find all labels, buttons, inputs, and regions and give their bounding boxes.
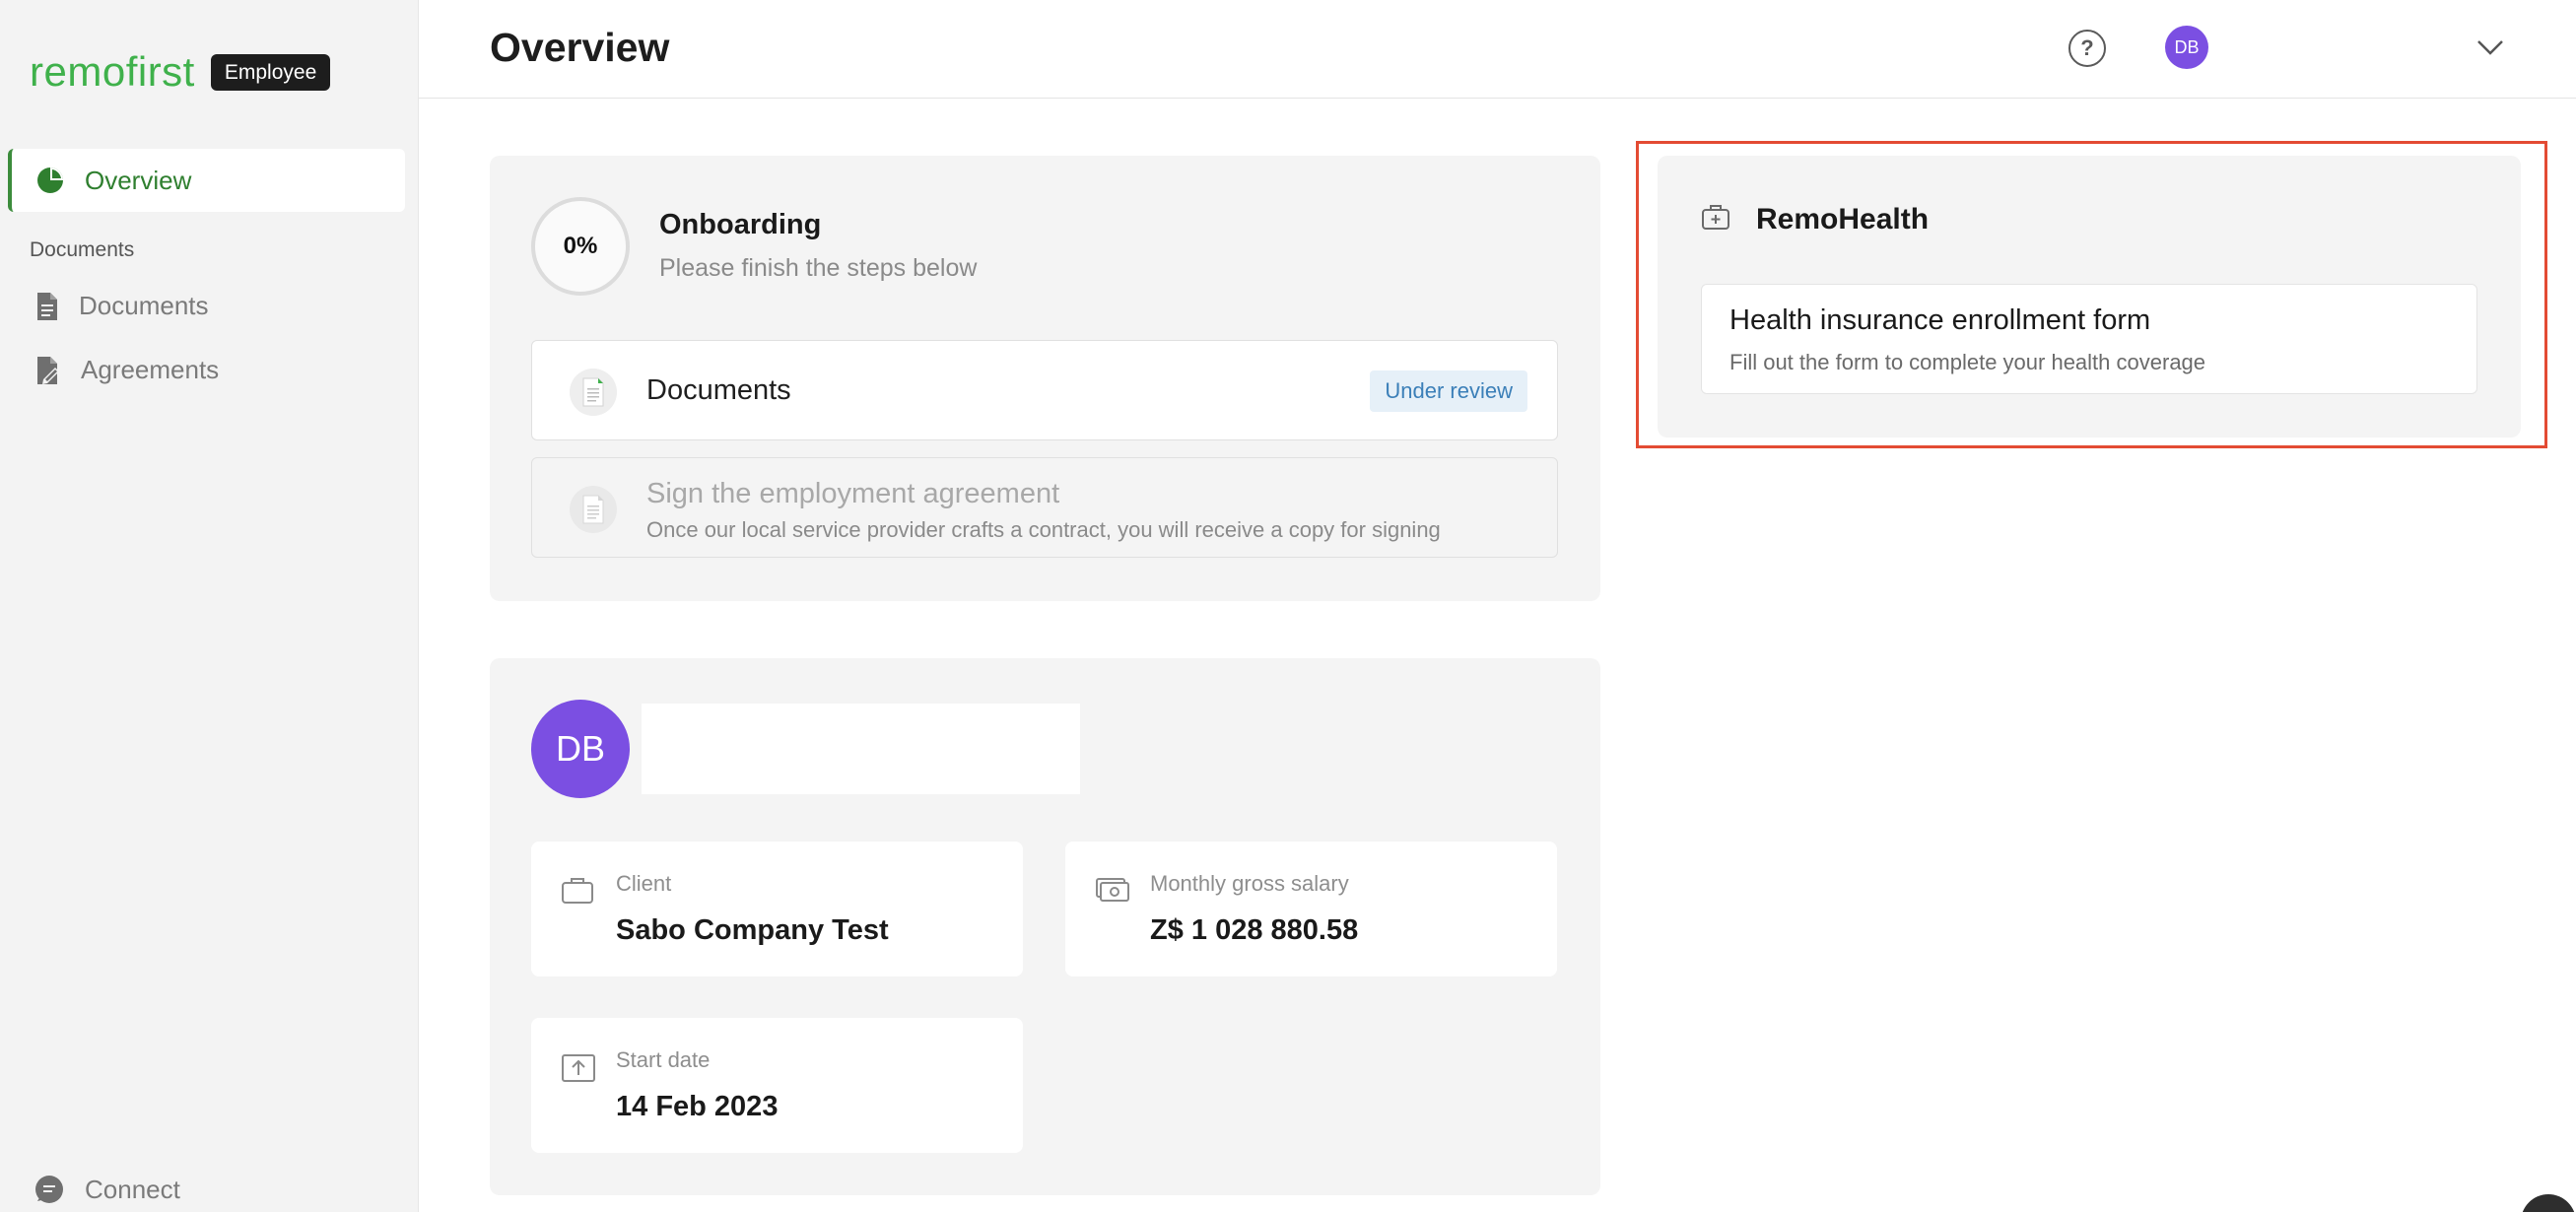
client-info: Client Sabo Company Test [531,842,1023,976]
onboarding-progress: 0% [531,197,630,296]
chat-icon [35,1176,63,1203]
sidebar-item-label: Agreements [81,355,220,384]
role-badge: Employee [210,53,331,91]
health-enrollment-item[interactable]: Health insurance enrollment form Fill ou… [1701,284,2477,394]
sidebar-item-label: Documents [79,291,209,320]
step-description: Once our local service provider crafts a… [646,517,1441,542]
pie-chart-icon [37,168,63,193]
salary-label: Monthly gross salary [1150,871,1349,896]
agreement-icon [37,356,59,384]
question-circle-icon[interactable]: ? [2068,30,2106,67]
onboarding-card: 0% Onboarding Please finish the steps be… [490,156,1600,601]
medical-kit-icon [1702,205,1729,230]
sidebar-section-documents: Documents [30,238,135,261]
step-sign-agreement: Sign the employment agreement Once our l… [531,457,1558,558]
remohealth-card: RemoHealth Health insurance enrollment f… [1658,156,2521,438]
avatar: DB [531,700,630,798]
document-step-icon [570,369,617,416]
health-item-subtitle: Fill out the form to complete your healt… [1729,350,2206,374]
start-date-value: 14 Feb 2023 [616,1091,779,1122]
employee-name-redacted [642,704,1080,794]
health-item-title: Health insurance enrollment form [1729,304,2151,336]
document-step-icon [570,486,617,533]
step-title: Sign the employment agreement [646,478,1060,509]
briefcase-icon [562,878,593,904]
app-root: remofirst Employee Overview Documents Do… [0,0,2576,1212]
avatar[interactable]: DB [2165,26,2208,69]
sidebar-item-documents[interactable]: Documents [35,291,209,321]
brand-logo: remofirst [30,48,195,95]
onboarding-subtitle: Please finish the steps below [659,254,978,282]
page-title: Overview [490,25,670,70]
calendar-upload-icon [562,1054,595,1082]
salary-info: Monthly gross salary Z$ 1 028 880.58 [1065,842,1557,976]
start-date-label: Start date [616,1047,711,1072]
sidebar-item-agreements[interactable]: Agreements [35,355,219,385]
money-icon [1096,878,1129,902]
chat-widget-button[interactable] [2521,1194,2576,1212]
document-icon [37,292,57,320]
top-header: Overview ? DB [419,0,2576,99]
step-title: Documents [646,374,791,406]
sidebar: remofirst Employee Overview Documents Do… [0,0,419,1212]
step-documents[interactable]: Documents Under review [531,340,1558,440]
brand[interactable]: remofirst Employee [30,48,331,95]
client-label: Client [616,871,672,896]
sidebar-item-label: Connect [85,1174,180,1204]
chevron-down-icon[interactable] [2471,28,2510,67]
onboarding-title: Onboarding [659,209,822,240]
status-badge: Under review [1370,370,1527,412]
profile-card: DB Client Sabo Company Test Monthly gros… [490,658,1600,1195]
client-value: Sabo Company Test [616,914,889,946]
sidebar-item-label: Overview [85,165,192,195]
remohealth-title: RemoHealth [1756,203,1930,236]
start-date-info: Start date 14 Feb 2023 [531,1018,1023,1153]
sidebar-item-connect[interactable]: Connect [34,1174,180,1205]
sidebar-item-overview[interactable]: Overview [8,149,405,212]
salary-value: Z$ 1 028 880.58 [1150,914,1359,946]
